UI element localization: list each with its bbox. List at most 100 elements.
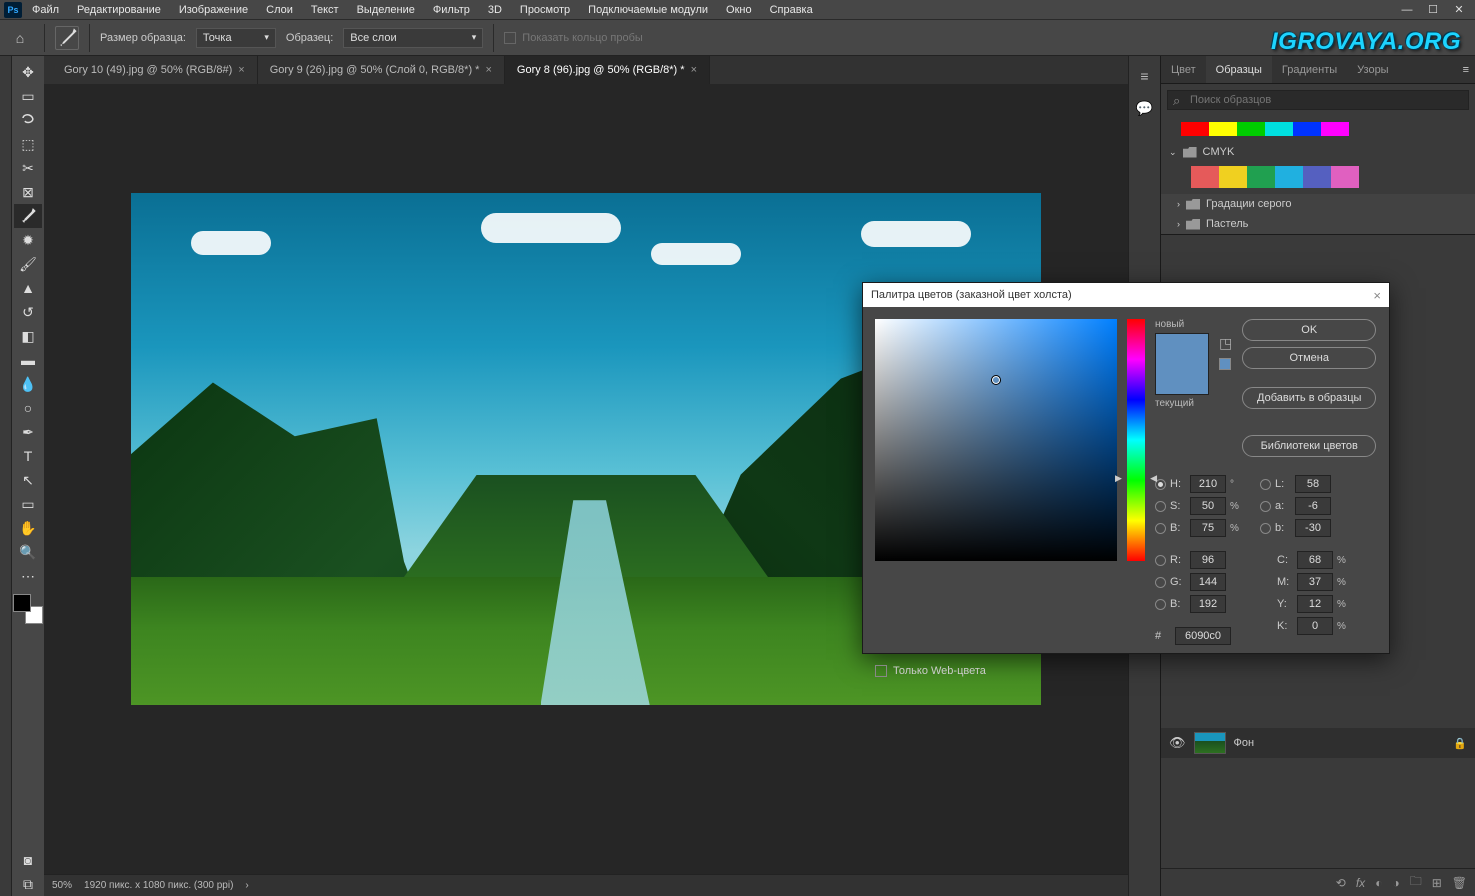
screen-mode-icon[interactable]: ⧉ (14, 872, 42, 896)
hand-tool-icon[interactable]: ✋ (14, 516, 42, 540)
show-ring-checkbox[interactable] (504, 32, 516, 44)
swatch[interactable] (1293, 122, 1321, 136)
gradient-tool-icon[interactable]: ▬ (14, 348, 42, 372)
blur-tool-icon[interactable]: 💧 (14, 372, 42, 396)
swatch[interactable] (1303, 166, 1331, 188)
lab-l-input[interactable]: 58 (1295, 475, 1331, 493)
selection-tool-icon[interactable]: ⬚ (14, 132, 42, 156)
menu-edit[interactable]: Редактирование (69, 2, 169, 18)
magenta-input[interactable]: 37 (1297, 573, 1333, 591)
close-icon[interactable]: ✕ (1447, 2, 1471, 18)
saturation-input[interactable]: 50 (1190, 497, 1226, 515)
swatch[interactable] (1247, 166, 1275, 188)
menu-3d[interactable]: 3D (480, 2, 510, 18)
frame-tool-icon[interactable]: ⊠ (14, 180, 42, 204)
color-libraries-button[interactable]: Библиотеки цветов (1242, 435, 1376, 457)
delete-icon[interactable]: 🗑 (1452, 876, 1467, 890)
blue-input[interactable]: 192 (1190, 595, 1226, 613)
lab-l-radio[interactable] (1260, 479, 1271, 490)
swatch[interactable] (1181, 122, 1209, 136)
green-radio[interactable] (1155, 577, 1166, 588)
menu-image[interactable]: Изображение (171, 2, 256, 18)
dodge-tool-icon[interactable]: ○ (14, 396, 42, 420)
menu-view[interactable]: Просмотр (512, 2, 578, 18)
lab-b-radio[interactable] (1260, 523, 1271, 534)
maximize-icon[interactable]: ☐ (1421, 2, 1445, 18)
swatch[interactable] (1321, 122, 1349, 136)
swatch[interactable] (1219, 166, 1247, 188)
lab-a-radio[interactable] (1260, 501, 1271, 512)
swatch[interactable] (1209, 122, 1237, 136)
type-tool-icon[interactable]: T (14, 444, 42, 468)
cube-icon[interactable]: ◳ (1219, 335, 1232, 352)
saturation-value-picker[interactable] (875, 319, 1117, 561)
tab-close-icon[interactable]: × (691, 64, 697, 76)
foreground-background-colors[interactable] (13, 594, 43, 624)
brush-tool-icon[interactable]: 🖌 (14, 252, 42, 276)
zoom-tool-icon[interactable]: 🔍 (14, 540, 42, 564)
document-tab[interactable]: Gory 9 (26).jpg @ 50% (Слой 0, RGB/8*) *… (258, 56, 505, 84)
quick-mask-icon[interactable]: ◙ (14, 848, 42, 872)
lab-a-input[interactable]: -6 (1295, 497, 1331, 515)
minimize-icon[interactable]: — (1395, 2, 1419, 18)
add-swatch-button[interactable]: Добавить в образцы (1242, 387, 1376, 409)
zoom-level[interactable]: 50% (52, 880, 72, 891)
menu-select[interactable]: Выделение (349, 2, 423, 18)
adjustment-icon[interactable]: ◑ (1392, 876, 1399, 890)
swatch[interactable] (1265, 122, 1293, 136)
menu-window[interactable]: Окно (718, 2, 760, 18)
link-icon[interactable]: ⟲ (1336, 876, 1346, 890)
brightness-input[interactable]: 75 (1190, 519, 1226, 537)
swatch-group-grayscale[interactable]: › Градации серого (1161, 194, 1475, 214)
fx-icon[interactable]: fx (1356, 876, 1365, 890)
black-input[interactable]: 0 (1297, 617, 1333, 635)
status-caret-icon[interactable]: › (245, 880, 248, 891)
crop-tool-icon[interactable]: ✂ (14, 156, 42, 180)
swatch[interactable] (1331, 166, 1359, 188)
cyan-input[interactable]: 68 (1297, 551, 1333, 569)
swatch[interactable] (1191, 166, 1219, 188)
sample-size-select[interactable]: Точка (196, 28, 276, 48)
lab-b-input[interactable]: -30 (1295, 519, 1331, 537)
green-input[interactable]: 144 (1190, 573, 1226, 591)
new-layer-icon[interactable]: ⊞ (1432, 876, 1442, 890)
more-tool-icon[interactable]: ⋯ (14, 564, 42, 588)
shape-tool-icon[interactable]: ▭ (14, 492, 42, 516)
tab-close-icon[interactable]: × (238, 64, 244, 76)
heal-tool-icon[interactable]: ✹ (14, 228, 42, 252)
menu-layers[interactable]: Слои (258, 2, 301, 18)
tab-close-icon[interactable]: × (485, 64, 491, 76)
menu-text[interactable]: Текст (303, 2, 347, 18)
history-brush-tool-icon[interactable]: ↺ (14, 300, 42, 324)
visibility-icon[interactable]: 👁 (1169, 735, 1186, 751)
panel-menu-icon[interactable]: ≡ (1457, 56, 1475, 83)
saturation-radio[interactable] (1155, 501, 1166, 512)
hex-input[interactable]: 6090c0 (1175, 627, 1231, 645)
menu-filter[interactable]: Фильтр (425, 2, 478, 18)
red-radio[interactable] (1155, 555, 1166, 566)
folder-icon[interactable]: 🗀 (1410, 872, 1422, 893)
eraser-tool-icon[interactable]: ◧ (14, 324, 42, 348)
comments-icon[interactable]: 💬 (1133, 96, 1157, 120)
dialog-titlebar[interactable]: Палитра цветов (заказной цвет холста) × (863, 283, 1389, 307)
mask-icon[interactable]: ◐ (1375, 876, 1382, 890)
path-tool-icon[interactable]: ↖ (14, 468, 42, 492)
pen-tool-icon[interactable]: ✒ (14, 420, 42, 444)
menu-plugins[interactable]: Подключаемые модули (580, 2, 716, 18)
tab-color[interactable]: Цвет (1161, 56, 1206, 83)
lock-icon[interactable]: 🔒 (1453, 737, 1467, 750)
yellow-input[interactable]: 12 (1297, 595, 1333, 613)
stamp-tool-icon[interactable]: ▲ (14, 276, 42, 300)
swatch-search-input[interactable] (1167, 90, 1469, 110)
pixel-layers-icon[interactable]: ≡ (1133, 64, 1157, 88)
swatch-group-pastel[interactable]: › Пастель (1161, 214, 1475, 234)
move-tool-icon[interactable]: ✥ (14, 60, 42, 84)
layer-thumbnail[interactable] (1194, 732, 1226, 754)
tab-gradients[interactable]: Градиенты (1272, 56, 1347, 83)
hue-input[interactable]: 210 (1190, 475, 1226, 493)
document-tab[interactable]: Gory 8 (96).jpg @ 50% (RGB/8*) *× (505, 56, 710, 84)
blue-radio[interactable] (1155, 599, 1166, 610)
ok-button[interactable]: OK (1242, 319, 1376, 341)
dialog-close-icon[interactable]: × (1373, 288, 1381, 303)
tab-patterns[interactable]: Узоры (1347, 56, 1398, 83)
